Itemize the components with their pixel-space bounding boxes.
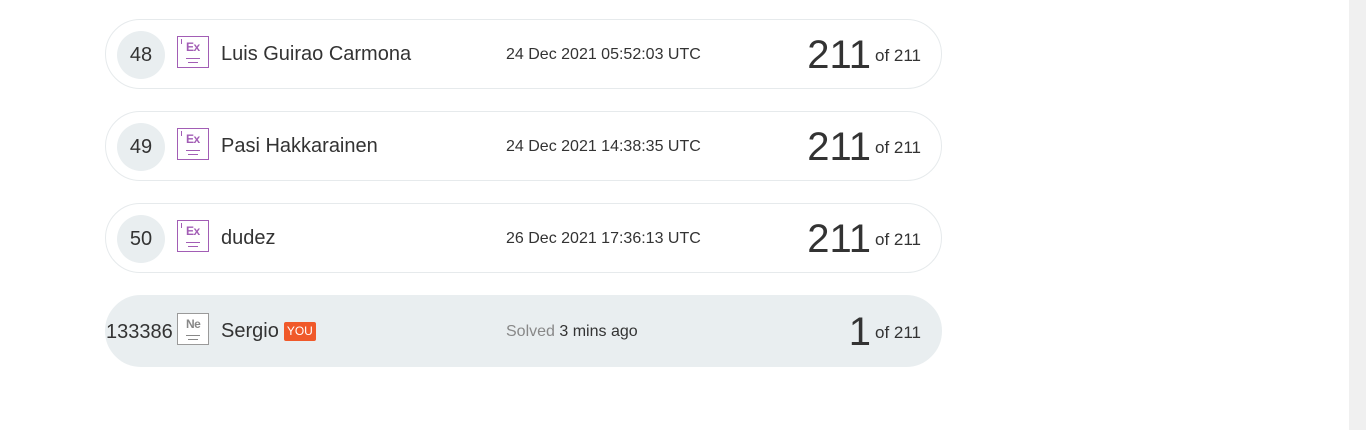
solved-status: Solved 3 mins ago [506,323,638,341]
newbie-level-icon: Ne [177,313,209,345]
rank-number: 133386 [106,321,173,343]
user-name[interactable]: dudez [221,227,276,250]
expert-level-icon: Ex [177,220,209,252]
score-total: of 211 [874,137,921,157]
user-name-wrapper: Sergio YOU [221,320,316,343]
solved-date: 26 Dec 2021 17:36:13 UTC [506,230,701,247]
rank-number: 48 [117,31,165,79]
solved-date: 24 Dec 2021 05:52:03 UTC [506,46,701,63]
score-value: 211 [807,33,871,77]
leaderboard-list: 48 Ex Luis Guirao Carmona 24 Dec 2021 05… [105,19,942,389]
user-name[interactable]: Sergio [221,320,279,342]
score: 211 of 211 [807,33,921,78]
rank-number: 49 [117,123,165,171]
user-name[interactable]: Pasi Hakkarainen [221,135,378,158]
score: 1 of 211 [849,310,921,355]
score-value: 1 [848,310,871,354]
score-value: 211 [807,125,871,169]
score-total: of 211 [874,322,921,342]
level-symbol: Ne [186,317,201,331]
score-value: 211 [807,217,871,261]
rank-number: 50 [117,215,165,263]
solved-label: Solved [506,323,555,340]
scrollbar[interactable] [1349,0,1366,430]
score-total: of 211 [874,45,921,65]
solved-time: 3 mins ago [559,323,638,340]
level-symbol: Ex [186,224,200,238]
solved-date: 24 Dec 2021 14:38:35 UTC [506,138,701,155]
score-total: of 211 [874,229,921,249]
page: 48 Ex Luis Guirao Carmona 24 Dec 2021 05… [0,0,1366,430]
level-symbol: Ex [186,40,200,54]
expert-level-icon: Ex [177,36,209,68]
current-user-row[interactable]: 133386 Ne Sergio YOU Solved 3 mins ago 1o… [105,295,942,367]
leaderboard-row[interactable]: 49 Ex Pasi Hakkarainen 24 Dec 2021 14:38… [105,111,942,181]
expert-level-icon: Ex [177,128,209,160]
level-symbol: Ex [186,132,200,146]
score: 211 of 211 [807,125,921,170]
leaderboard-row[interactable]: 50 Ex dudez 26 Dec 2021 17:36:13 UTC 211… [105,203,942,273]
leaderboard-row[interactable]: 48 Ex Luis Guirao Carmona 24 Dec 2021 05… [105,19,942,89]
user-name[interactable]: Luis Guirao Carmona [221,43,411,66]
score: 211 of 211 [807,217,921,262]
you-badge: YOU [283,322,316,341]
